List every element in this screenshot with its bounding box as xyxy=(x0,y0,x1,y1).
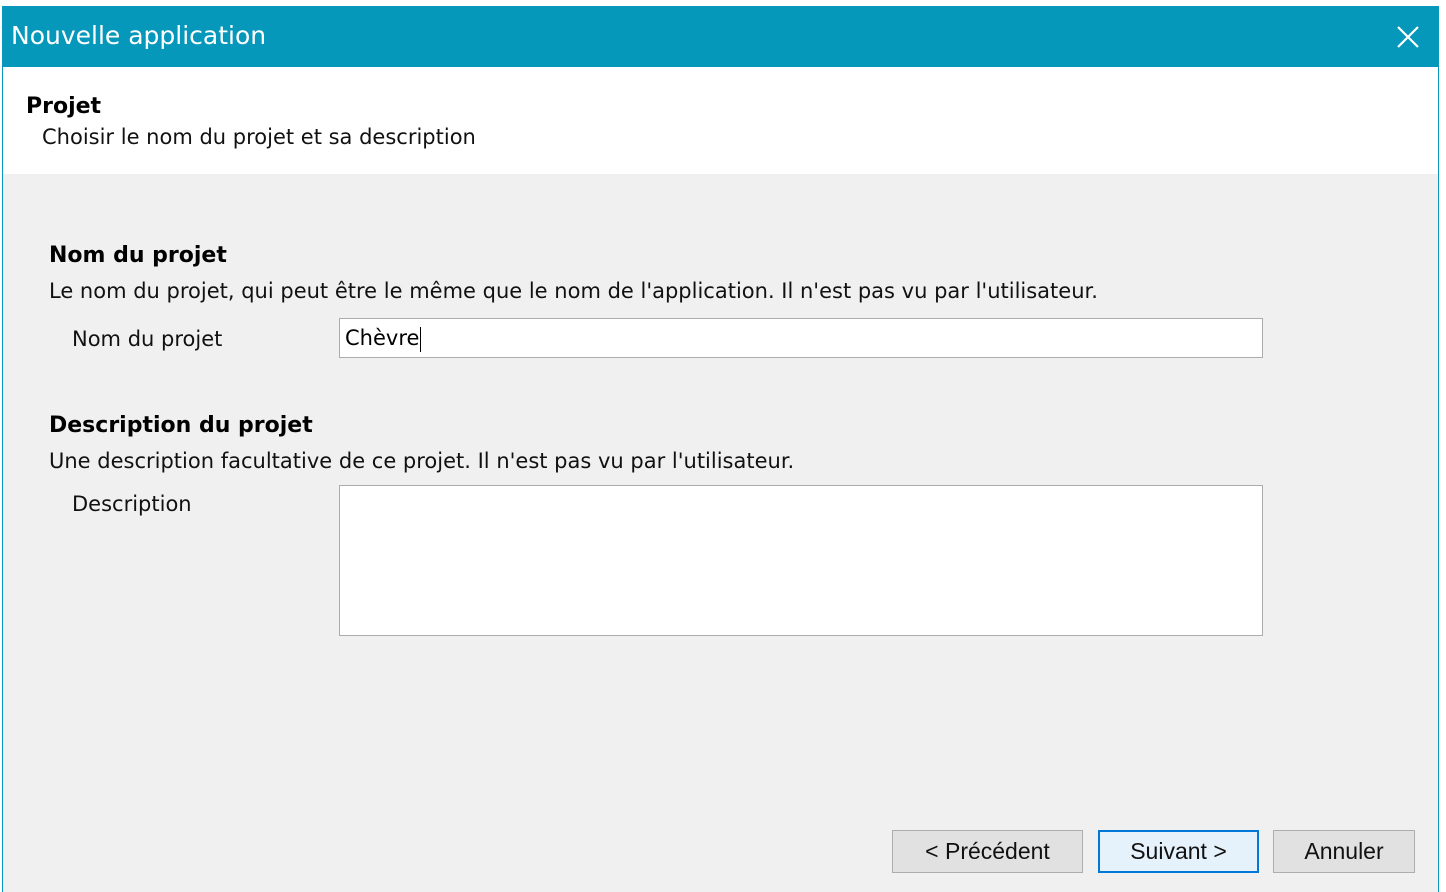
project-name-section-title: Nom du projet xyxy=(49,243,227,268)
close-button[interactable] xyxy=(1386,15,1430,59)
previous-button[interactable]: < Précédent xyxy=(892,830,1083,873)
description-textarea[interactable] xyxy=(339,485,1263,636)
project-description-section-title: Description du projet xyxy=(49,413,313,438)
text-caret xyxy=(420,326,422,352)
next-button[interactable]: Suivant > xyxy=(1098,830,1259,873)
project-description-section-description: Une description facultative de ce projet… xyxy=(49,449,795,473)
wizard-header: Projet Choisir le nom du projet et sa de… xyxy=(3,67,1438,174)
description-label: Description xyxy=(72,492,192,516)
window-title: Nouvelle application xyxy=(11,21,267,50)
project-name-label: Nom du projet xyxy=(72,327,223,351)
page-title: Projet xyxy=(26,94,102,119)
title-bar[interactable]: Nouvelle application xyxy=(3,7,1438,67)
page-subtitle: Choisir le nom du projet et sa descripti… xyxy=(42,125,476,149)
cancel-button[interactable]: Annuler xyxy=(1273,830,1415,873)
project-name-value: Chèvre xyxy=(345,326,420,350)
dialog-window: Nouvelle application Projet Choisir le n… xyxy=(2,6,1439,892)
project-name-input[interactable]: Chèvre xyxy=(339,318,1263,358)
close-icon xyxy=(1397,26,1419,48)
project-name-section-description: Le nom du projet, qui peut être le même … xyxy=(49,279,1098,303)
